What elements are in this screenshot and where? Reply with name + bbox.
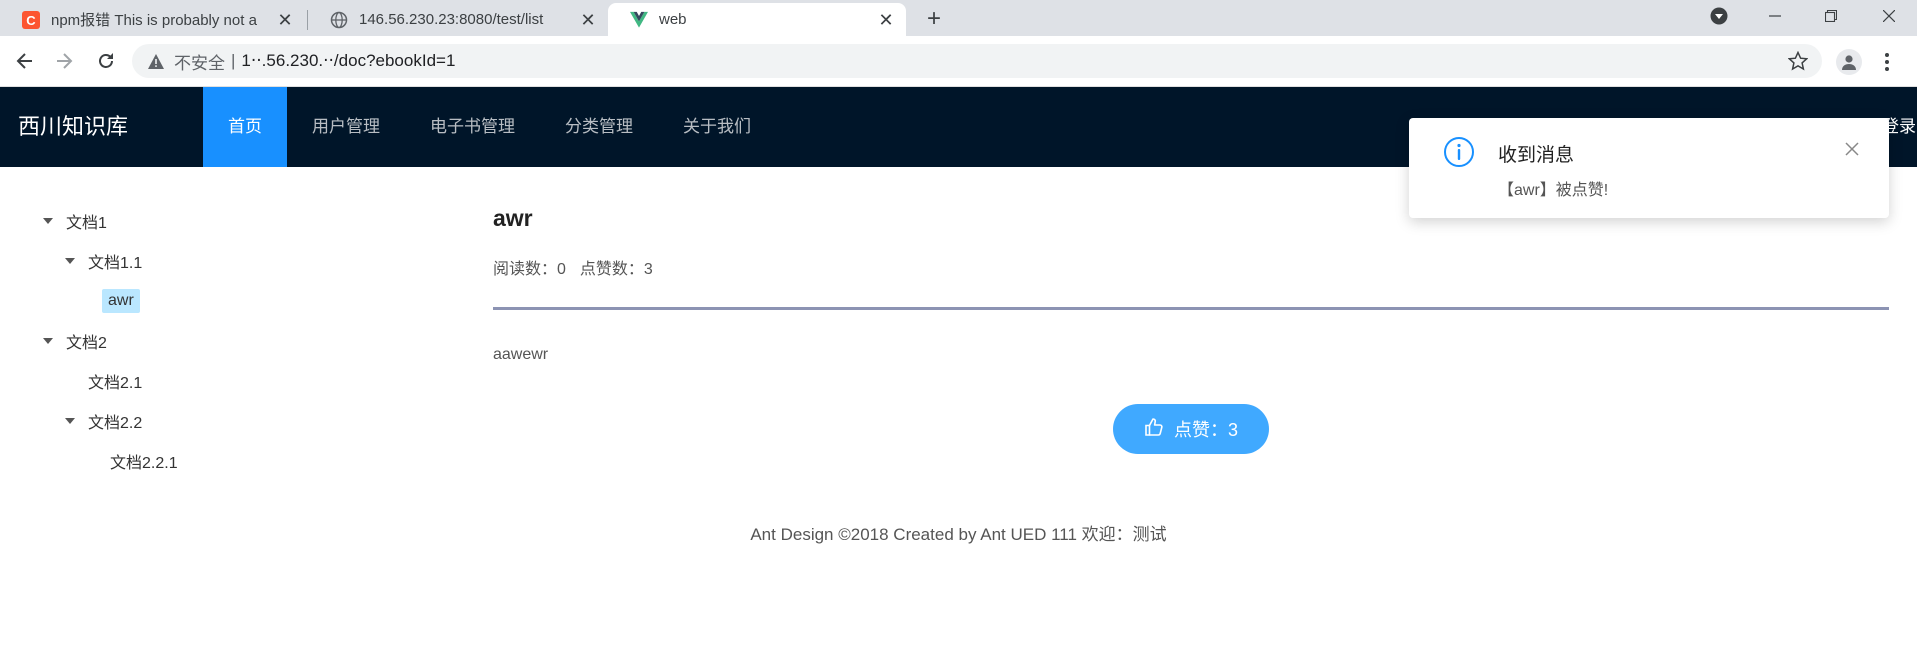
browser-menu-icon[interactable] [1880,49,1894,75]
menu-item-user-admin[interactable]: 用户管理 [287,87,405,167]
vote-button[interactable]: 点赞：3 [1113,404,1269,454]
tree-node-label[interactable]: 文档1.1 [82,246,148,276]
vote-button-label: 点赞：3 [1173,420,1238,440]
tree-node[interactable]: 文档2.2 [58,406,148,436]
tree-node[interactable]: 文档1 [36,206,113,236]
tab-title: web [659,11,687,28]
tab-search-icon[interactable] [1696,0,1742,32]
caret-down-icon[interactable] [36,209,60,233]
notification-title: 收到消息 [1498,145,1575,166]
back-icon[interactable] [11,47,39,75]
menu-item-category-admin[interactable]: 分类管理 [540,87,658,167]
doc-title: awr [493,205,533,231]
profile-avatar-icon[interactable] [1836,49,1862,75]
forward-icon[interactable] [50,47,78,75]
tree-node-label[interactable]: 文档1 [60,206,113,236]
warning-icon[interactable] [148,53,164,69]
tree-node-label[interactable]: 文档2.2.1 [104,446,184,476]
notification-close-icon[interactable] [1843,140,1861,158]
tab-npm-error[interactable]: C npm报错 This is probably not a ✕ [0,3,305,36]
doc-body-text: aawewr [493,346,549,363]
address-bar[interactable]: 不安全 | 1‧‧.56.230.‧‧/doc?ebookId=1 [132,44,1822,78]
caret-down-icon[interactable] [58,249,82,273]
doc-stats: 阅读数：0 点赞数：3 [493,255,653,279]
reload-icon[interactable] [92,47,120,75]
tree-node-label[interactable]: awr [102,289,140,313]
footer-text: Ant Design ©2018 Created by Ant UED 111 … [750,525,1167,544]
bookmark-star-icon[interactable] [1787,50,1809,76]
info-circle-icon [1443,136,1475,173]
notification-description: 【awr】被点赞! [1498,182,1609,199]
tree-node[interactable]: 文档1.1 [58,246,148,276]
browser-toolbar: 不安全 | 1‧‧.56.230.‧‧/doc?ebookId=1 [0,36,1917,87]
tab-close-icon[interactable]: ✕ [876,10,896,30]
tab-close-icon[interactable]: ✕ [578,10,598,30]
tree-node[interactable]: 文档2 [36,326,113,356]
app-logo[interactable]: 西川知识库 [18,87,128,167]
tab-close-icon[interactable]: ✕ [275,10,295,30]
caret-down-icon[interactable] [58,409,82,433]
like-icon [1144,417,1164,442]
view-count: 阅读数：0 [493,261,566,278]
restore-icon[interactable] [1808,0,1854,32]
new-tab-button[interactable]: + [920,6,948,34]
tab-title: npm报错 This is probably not a [51,12,257,29]
top-menu: 首页 用户管理 电子书管理 分类管理 关于我们 [203,87,776,167]
minimize-icon[interactable] [1752,0,1798,32]
tree-node[interactable]: 文档2.2.1 [104,446,184,476]
tree-node[interactable]: 文档2.1 [82,366,148,396]
vue-icon [630,11,648,29]
tree-node-selected[interactable]: awr [102,286,140,316]
tree-node-label[interactable]: 文档2.1 [82,366,148,396]
url-text[interactable]: 1‧‧.56.230.‧‧/doc?ebookId=1 [241,51,455,71]
notification-popup: 收到消息 【awr】被点赞! [1409,118,1889,218]
csdn-icon: C [22,10,40,29]
menu-item-home[interactable]: 首页 [203,87,287,167]
menu-item-ebook-admin[interactable]: 电子书管理 [405,87,540,167]
svg-text:C: C [26,13,36,28]
globe-icon [330,11,348,29]
window-close-icon[interactable] [1866,0,1912,32]
browser-tab-bar: C npm报错 This is probably not a ✕ 146.56.… [0,0,1917,36]
address-separator: | [231,51,236,70]
menu-item-about[interactable]: 关于我们 [658,87,776,167]
tree-node-label[interactable]: 文档2 [60,326,113,356]
security-label[interactable]: 不安全 [174,49,225,74]
title-divider [493,307,1889,310]
tree-node-label[interactable]: 文档2.2 [82,406,148,436]
vote-count: 点赞数：3 [579,261,653,278]
tab-web[interactable]: web ✕ [608,3,906,36]
caret-down-icon[interactable] [36,329,60,353]
tab-title: 146.56.230.23:8080/test/list [359,11,544,28]
tab-test-list[interactable]: 146.56.230.23:8080/test/list ✕ [308,3,608,36]
